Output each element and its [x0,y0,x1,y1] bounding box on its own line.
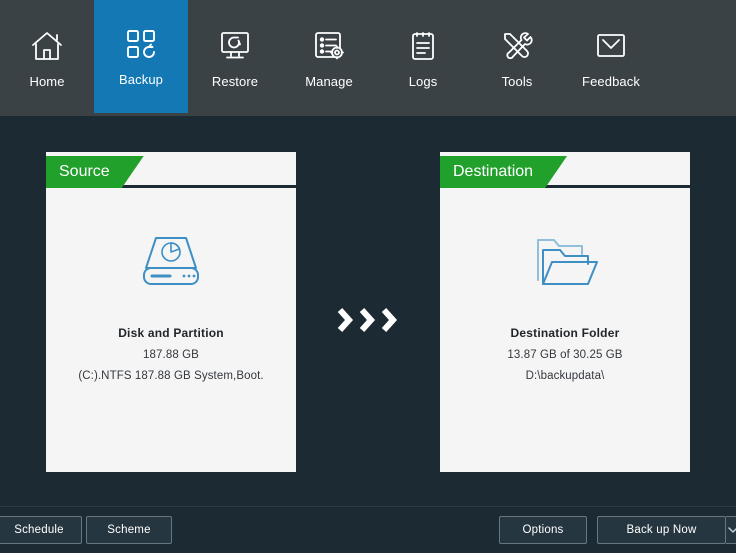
logs-icon [401,24,445,68]
destination-card[interactable]: Destination Destination Folder 13.87 GB … [440,152,690,472]
source-title: Disk and Partition [118,326,224,340]
destination-capacity: 13.87 GB of 30.25 GB [507,349,622,361]
backup-workspace: Source Disk and Partition 187.88 GB (C:)… [0,116,736,506]
nav-item-manage[interactable]: Manage [282,0,376,116]
nav-item-feedback[interactable]: Feedback [564,0,658,116]
transfer-arrows [330,302,410,338]
source-detail: (C:).NTFS 187.88 GB System,Boot. [78,370,263,382]
destination-path: D:\backupdata\ [526,370,605,382]
nav-item-tools[interactable]: Tools [470,0,564,116]
nav-label-restore: Restore [212,74,258,89]
nav-item-restore[interactable]: Restore [188,0,282,116]
nav-item-home[interactable]: Home [0,0,94,116]
bottom-action-bar: Schedule Scheme Options Back up Now [0,506,736,553]
nav-label-logs: Logs [409,74,438,89]
scheme-button[interactable]: Scheme [86,516,172,544]
schedule-button[interactable]: Schedule [0,516,82,544]
chevron-down-icon [728,521,736,539]
source-card-body[interactable]: Disk and Partition 187.88 GB (C:).NTFS 1… [46,188,296,472]
nav-item-backup[interactable]: Backup [94,0,188,113]
nav-label-manage: Manage [305,74,353,89]
back-up-now-dropdown-button[interactable] [726,516,736,544]
home-icon [25,24,69,68]
nav-label-backup: Backup [119,72,163,87]
backup-icon [119,22,163,66]
manage-icon [307,24,351,68]
tools-icon [495,24,539,68]
triple-chevron-right-icon [335,305,405,335]
back-up-now-button[interactable]: Back up Now [597,516,726,544]
folder-icon [525,226,605,298]
hard-disk-icon [131,226,211,298]
destination-card-body[interactable]: Destination Folder 13.87 GB of 30.25 GB … [440,188,690,472]
restore-icon [213,24,257,68]
source-card[interactable]: Source Disk and Partition 187.88 GB (C:)… [46,152,296,472]
nav-label-feedback: Feedback [582,74,640,89]
nav-label-home: Home [29,74,64,89]
source-size: 187.88 GB [143,349,199,361]
destination-title: Destination Folder [511,326,620,340]
main-navigation-bar: Home Backup Restore [0,0,736,116]
nav-item-logs[interactable]: Logs [376,0,470,116]
options-button[interactable]: Options [499,516,587,544]
destination-ribbon-label: Destination [440,156,567,188]
nav-label-tools: Tools [502,74,533,89]
feedback-icon [589,24,633,68]
